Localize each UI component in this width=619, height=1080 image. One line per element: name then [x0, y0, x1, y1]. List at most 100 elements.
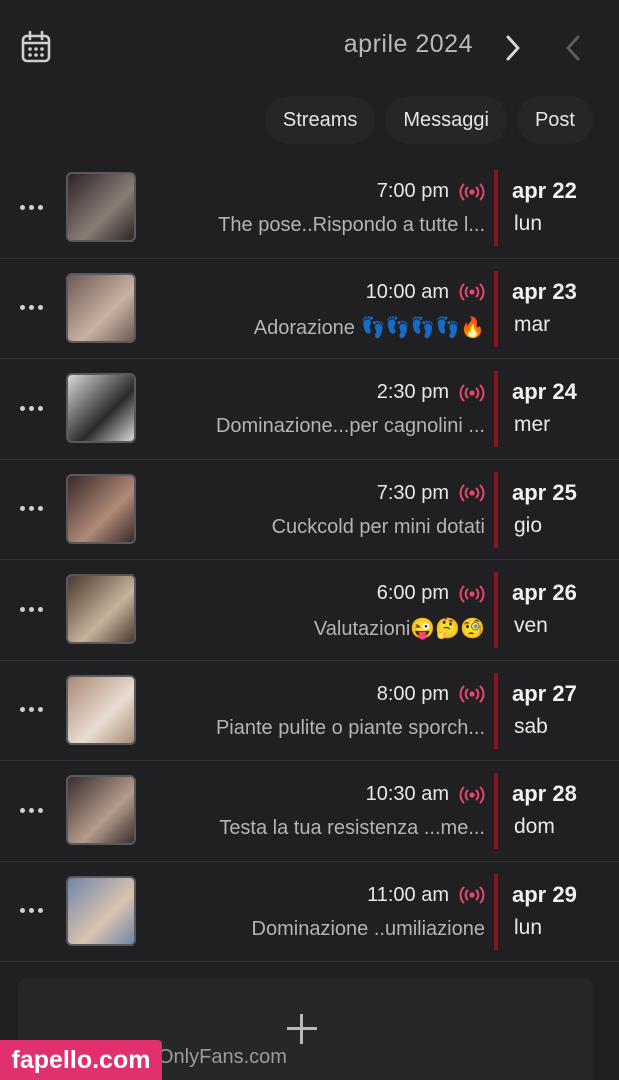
date-accent-bar	[494, 170, 498, 246]
event-thumbnail[interactable]	[66, 574, 136, 644]
event-title: Dominazione...per cagnolini ...	[215, 415, 485, 437]
event-date: apr 26	[512, 580, 577, 605]
event-title: Piante pulite o piante sporch...	[215, 716, 485, 739]
event-time: 7:00 pm	[376, 180, 449, 202]
chevron-left-icon	[566, 35, 580, 61]
more-dot	[19, 204, 25, 210]
event-title: Dominazione ..umiliazione	[251, 917, 485, 940]
event-time: 10:00 am	[365, 280, 449, 303]
footer-brand: OnlyFans.com	[158, 1046, 287, 1068]
event-list: apr 22 lun 7:00 pm The pose..Rispondo a …	[0, 158, 619, 962]
date-accent-bar	[494, 773, 498, 849]
event-row[interactable]: apr 28 dom 10:30 am Testa la tua resiste…	[0, 761, 619, 862]
more-dot	[19, 606, 25, 612]
more-options-button[interactable]	[14, 496, 48, 522]
tab-streams[interactable]: Streams	[264, 96, 376, 144]
more-dot	[37, 707, 43, 712]
more-dot	[19, 506, 25, 511]
more-dot	[19, 405, 25, 411]
plus-icon[interactable]	[287, 1014, 317, 1044]
event-time-line: 8:00 pm	[377, 683, 485, 706]
next-month-button[interactable]	[500, 32, 526, 64]
event-date: apr 25	[512, 479, 577, 505]
event-weekday: mer	[514, 413, 551, 436]
event-weekday: sab	[514, 714, 548, 738]
event-thumbnail[interactable]	[66, 775, 136, 845]
event-row[interactable]: apr 23 mar 10:00 am Adorazione 👣👣👣👣🔥	[0, 259, 619, 359]
tab-messaggi[interactable]: Messaggi	[385, 96, 507, 144]
event-weekday: lun	[514, 915, 543, 939]
event-time-line: 7:30 pm	[377, 482, 485, 505]
event-title: Testa la tua resistenza ...me...	[219, 817, 485, 839]
event-date: apr 29	[512, 881, 577, 907]
date-accent-bar	[494, 371, 498, 447]
chevron-right-icon	[506, 35, 520, 61]
event-weekday: mar	[514, 312, 551, 336]
event-time-line: 11:00 am	[367, 884, 485, 907]
event-thumbnail[interactable]	[66, 373, 136, 443]
more-options-button[interactable]	[14, 194, 48, 220]
event-row[interactable]: apr 24 mer 2:30 pm Dominazione...per cag…	[0, 359, 619, 460]
event-row[interactable]: apr 29 lun 11:00 am Dominazione ..umilia…	[0, 862, 619, 962]
more-options-button[interactable]	[14, 697, 48, 723]
calendar-icon	[21, 30, 51, 63]
more-options-button[interactable]	[14, 395, 48, 421]
event-time-line: 6:00 pm	[377, 582, 485, 605]
live-stream-icon	[459, 283, 485, 301]
more-dot	[37, 405, 43, 411]
more-dot	[37, 506, 43, 511]
event-weekday: lun	[514, 212, 543, 235]
live-stream-icon	[459, 384, 485, 401]
event-time-line: 2:30 pm	[377, 381, 485, 404]
event-date: apr 23	[512, 278, 577, 304]
more-dot	[28, 908, 34, 913]
more-dot	[28, 305, 34, 310]
event-row[interactable]: apr 25 gio 7:30 pm Cuckcold per mini dot…	[0, 460, 619, 560]
event-time: 6:00 pm	[376, 582, 449, 604]
prev-month-button[interactable]	[560, 32, 586, 64]
event-thumbnail[interactable]	[66, 172, 136, 242]
calendar-header: aprile 2024	[0, 0, 619, 92]
more-dot	[28, 606, 34, 612]
more-dot	[28, 807, 34, 813]
event-row[interactable]: apr 27 sab 8:00 pm Piante pulite o piant…	[0, 661, 619, 761]
live-stream-icon	[459, 685, 485, 703]
date-accent-bar	[494, 572, 498, 648]
event-time: 8:00 pm	[376, 682, 449, 705]
more-dot	[37, 908, 43, 913]
more-options-button[interactable]	[14, 898, 48, 924]
event-date: apr 28	[512, 781, 577, 806]
more-options-button[interactable]	[14, 295, 48, 321]
more-dot	[19, 908, 25, 913]
event-thumbnail[interactable]	[66, 674, 136, 745]
more-dot	[37, 305, 43, 310]
more-options-button[interactable]	[14, 596, 48, 622]
date-accent-bar	[494, 873, 498, 950]
event-date: apr 22	[512, 178, 577, 203]
event-title: The pose..Rispondo a tutte l...	[218, 214, 485, 236]
event-title: Cuckcold per mini dotati	[271, 515, 485, 538]
more-dot	[19, 807, 25, 813]
calendar-button[interactable]	[20, 30, 52, 64]
filter-tabs: Post Messaggi Streams	[264, 96, 593, 144]
date-accent-bar	[494, 672, 498, 749]
event-time: 2:30 pm	[376, 381, 449, 403]
event-row[interactable]: apr 22 lun 7:00 pm The pose..Rispondo a …	[0, 158, 619, 259]
more-dot	[28, 405, 34, 411]
event-row[interactable]: apr 26 ven 6:00 pm Valutazioni😜🤔🧐	[0, 560, 619, 661]
event-weekday: ven	[514, 614, 548, 637]
more-dot	[37, 807, 43, 813]
event-time: 11:00 am	[367, 883, 449, 906]
more-dot	[28, 707, 34, 712]
live-stream-icon	[459, 183, 485, 200]
event-thumbnail[interactable]	[66, 875, 136, 946]
event-time: 7:30 pm	[376, 481, 449, 504]
event-weekday: dom	[514, 815, 555, 838]
more-dot	[28, 204, 34, 210]
event-thumbnail[interactable]	[66, 473, 136, 544]
event-time: 10:30 am	[365, 783, 449, 805]
event-thumbnail[interactable]	[66, 272, 136, 343]
more-options-button[interactable]	[14, 797, 48, 823]
tab-post[interactable]: Post	[516, 96, 593, 144]
more-dot	[19, 707, 25, 712]
